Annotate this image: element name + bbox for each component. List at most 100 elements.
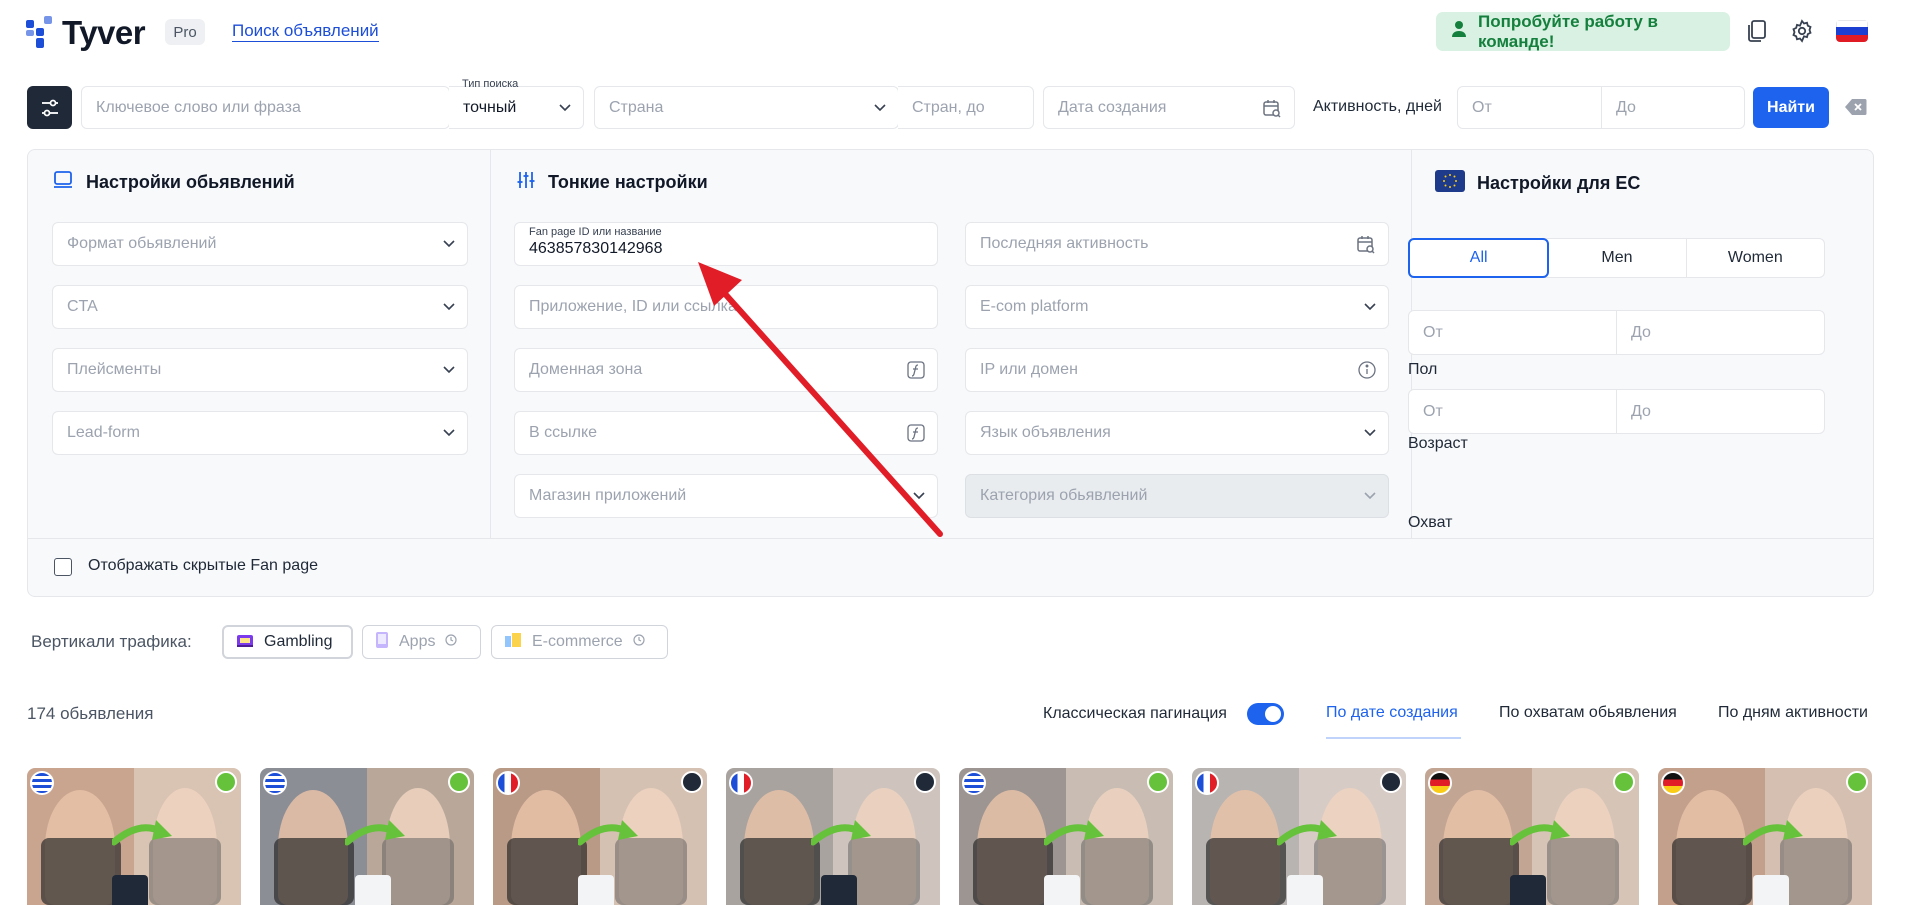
gender-option-all[interactable]: All [1408,238,1550,278]
placements-select[interactable]: Плейсменты [52,348,468,392]
gender-option-women[interactable]: Women [1687,239,1824,277]
transformation-arrow-icon [1743,820,1803,846]
verticals-label: Вертикали трафика: [31,632,192,651]
flag-eu-icon [1435,170,1465,197]
pro-badge: Pro [165,19,205,45]
monitor-icon [52,170,74,195]
info-icon[interactable] [1358,361,1376,379]
ad-card[interactable] [493,768,707,905]
fanpage-input[interactable]: Fan page ID или название 463857830142968 [514,222,938,266]
country-flag-icon [1661,771,1685,795]
chevron-down-icon [443,429,455,437]
ad-card[interactable] [1658,768,1872,905]
brand-logo[interactable]: Tyver [26,14,146,52]
top-header: Tyver Pro Поиск объявлений Попробуйте ра… [0,0,1906,64]
clock-icon [633,633,645,651]
eu-settings-title: Настройки для ЕС [1435,170,1640,197]
chevron-down-icon [874,103,886,112]
leaf-badge-icon [1380,771,1402,793]
annotation-arrow [698,262,943,537]
chevron-down-icon [443,366,455,374]
country-limit-placeholder: Стран, до [912,98,985,116]
ip-domain-input[interactable]: IP или домен [965,348,1389,392]
logo-icon [26,16,56,50]
calendar-icon [1356,234,1376,254]
ad-card[interactable] [260,768,474,905]
fanpage-label: Fan page ID или название [529,226,662,238]
age-label: Возраст [1408,435,1468,452]
ad-settings-title: Настройки обьявлений [52,170,295,195]
keyword-placeholder: Ключевое слово или фраза [96,98,301,116]
organic-badge-icon [1147,771,1169,793]
gender-option-men[interactable]: Men [1548,239,1687,277]
gender-label: Пол [1408,361,1438,378]
leaf-badge-icon [681,771,703,793]
age-from-input[interactable]: От [1409,311,1617,354]
brand-name: Tyver [62,14,146,51]
fine-settings-title: Тонкие настройки [516,170,708,195]
phone-icon [375,631,389,654]
gender-segmented-control: All Men Women [1408,238,1825,278]
reach-range: От До [1408,389,1825,434]
ecom-platform-select[interactable]: E-com platform [965,285,1389,329]
country-flag-icon [263,771,287,795]
reach-label: Охват [1408,514,1453,531]
vertical-ecommerce-chip[interactable]: E-commerce [491,625,668,659]
sort-by-reach[interactable]: По охватам обьявления [1499,704,1677,722]
ad-card[interactable] [27,768,241,905]
country-select[interactable]: Страна [594,86,899,129]
find-button[interactable]: Найти [1753,87,1829,128]
sort-by-active-days[interactable]: По дням активности [1718,704,1868,722]
flag-ru-icon[interactable] [1836,20,1868,42]
ad-language-select[interactable]: Язык объявления [965,411,1389,455]
transformation-arrow-icon [811,820,871,846]
vertical-gambling-chip[interactable]: Gambling [222,625,353,659]
results-count: 174 обьявления [27,704,154,723]
organic-badge-icon [215,771,237,793]
country-placeholder: Страна [609,98,664,116]
cta-select[interactable]: CTA [52,285,468,329]
chevron-down-icon [559,103,571,112]
activity-from-input[interactable]: От [1457,86,1602,129]
search-type-select[interactable]: Тип поиска точный [449,78,584,129]
book-icon[interactable] [1742,16,1772,46]
filters-toggle-button[interactable] [27,86,72,129]
search-ads-link[interactable]: Поиск объявлений [232,21,379,42]
reach-to-input[interactable]: До [1617,390,1824,433]
team-trial-label: Попробуйте работу в команде! [1478,11,1659,51]
activity-to-input[interactable]: До [1601,86,1745,129]
country-flag-icon [30,771,54,795]
clear-search-icon[interactable] [1845,98,1867,116]
ad-card[interactable] [726,768,940,905]
gear-icon[interactable] [1787,16,1817,46]
team-trial-button[interactable]: Попробуйте работу в команде! [1436,12,1730,51]
last-activity-input[interactable]: Последняя активность [965,222,1389,266]
ad-card[interactable] [1192,768,1406,905]
slot-machine-icon [236,632,254,653]
transformation-arrow-icon [112,820,172,846]
keyword-input[interactable]: Ключевое слово или фраза [81,86,450,129]
sliders-icon [516,170,536,195]
hidden-fanpage-checkbox[interactable] [54,558,72,576]
chevron-down-icon [1364,492,1376,500]
country-flag-icon [729,771,753,795]
shop-icon [504,632,522,653]
chevron-down-icon [443,303,455,311]
age-to-input[interactable]: До [1617,311,1824,354]
vertical-apps-chip[interactable]: Apps [362,625,481,659]
country-limit-input[interactable]: Стран, до [898,86,1034,129]
reach-from-input[interactable]: От [1409,390,1617,433]
chevron-down-icon [443,240,455,248]
classic-pagination-toggle[interactable] [1247,703,1284,725]
user-icon [1452,20,1468,43]
ad-format-select[interactable]: Формат обьявлений [52,222,468,266]
organic-badge-icon [1613,771,1635,793]
country-flag-icon [962,771,986,795]
ad-card[interactable] [1425,768,1639,905]
sort-by-date[interactable]: По дате создания [1326,704,1458,722]
lead-form-select[interactable]: Lead-form [52,411,468,455]
transformation-arrow-icon [578,820,638,846]
creation-date-input[interactable]: Дата создания [1043,86,1295,129]
activity-to-placeholder: До [1616,98,1636,116]
ad-card[interactable] [959,768,1173,905]
